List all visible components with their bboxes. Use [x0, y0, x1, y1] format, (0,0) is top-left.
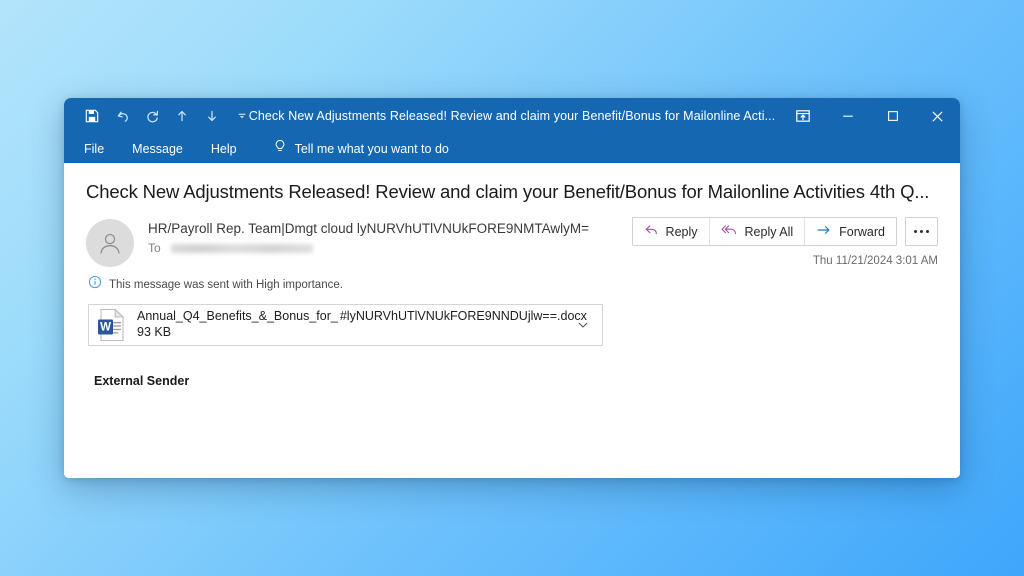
info-icon — [88, 275, 102, 294]
message-header: HR/Payroll Rep. Team|Dmgt cloud lyNURVhU… — [86, 217, 938, 267]
attachment-text: Annual_Q4_Benefits_&_Bonus_for_ #lyNURVh… — [137, 309, 587, 341]
word-document-icon: W — [97, 308, 127, 342]
reply-icon — [644, 223, 659, 240]
attachment-size: 93 KB — [137, 325, 172, 339]
reply-action-group: Reply Reply All Forward — [631, 217, 897, 246]
reply-label: Reply — [665, 224, 698, 239]
more-actions-button[interactable] — [905, 217, 938, 246]
window-controls — [780, 98, 960, 134]
undo-icon[interactable] — [108, 103, 136, 129]
forward-icon — [816, 223, 832, 240]
attachment-name-suffix: #lyNURVhUTlVNUkFORE9NNDUjlw==.docx — [339, 309, 587, 323]
title-bar: Check New Adjustments Released! Review a… — [64, 98, 960, 134]
importance-text: This message was sent with High importan… — [109, 278, 343, 291]
next-item-icon[interactable] — [198, 103, 226, 129]
to-label: To — [148, 241, 161, 255]
ellipsis-icon — [914, 230, 917, 233]
reply-button[interactable]: Reply — [633, 218, 710, 245]
reply-all-button[interactable]: Reply All — [710, 218, 806, 245]
message-body: External Sender — [94, 374, 190, 388]
chevron-down-icon[interactable] — [570, 318, 596, 332]
avatar — [86, 219, 134, 267]
tab-file[interactable]: File — [70, 138, 118, 160]
tab-message[interactable]: Message — [118, 138, 197, 160]
reply-all-icon — [721, 223, 738, 240]
previous-item-icon[interactable] — [168, 103, 196, 129]
tab-help[interactable]: Help — [197, 138, 251, 160]
sender-block: HR/Payroll Rep. Team|Dmgt cloud lyNURVhU… — [148, 217, 589, 255]
attachment-item[interactable]: W Annual_Q4_Benefits_&_Bonus_for_ #lyNUR… — [88, 304, 603, 346]
close-icon[interactable] — [915, 98, 960, 134]
forward-button[interactable]: Forward — [805, 218, 896, 245]
quick-access-toolbar — [64, 103, 256, 129]
attachment-name-prefix: Annual_Q4_Benefits_&_Bonus_for_ — [137, 309, 338, 323]
sender-name: HR/Payroll Rep. Team|Dmgt cloud lyNURVhU… — [148, 221, 589, 236]
message-subject: Check New Adjustments Released! Review a… — [86, 181, 930, 202]
recipient-row: To — [148, 241, 589, 255]
tell-me-label: Tell me what you want to do — [294, 141, 449, 156]
message-pane: Check New Adjustments Released! Review a… — [64, 163, 960, 478]
message-timestamp: Thu 11/21/2024 3:01 AM — [812, 255, 938, 267]
tell-me-search[interactable]: Tell me what you want to do — [273, 139, 449, 158]
svg-text:W: W — [100, 321, 111, 333]
popout-icon[interactable] — [780, 98, 825, 134]
reply-all-label: Reply All — [744, 224, 794, 239]
ellipsis-icon — [926, 230, 929, 233]
redo-icon[interactable] — [138, 103, 166, 129]
recipient-redacted — [170, 243, 313, 253]
outlook-message-window: Check New Adjustments Released! Review a… — [64, 98, 960, 478]
message-actions: Reply Reply All Forward — [631, 217, 938, 246]
forward-label: Forward — [839, 224, 885, 239]
importance-notice: This message was sent with High importan… — [88, 275, 938, 294]
ellipsis-icon — [920, 230, 923, 233]
attachment-name: Annual_Q4_Benefits_&_Bonus_for_ #lyNURVh… — [137, 309, 587, 323]
minimize-icon[interactable] — [825, 98, 870, 134]
lightbulb-icon — [273, 139, 287, 158]
customize-quick-access-toolbar-icon[interactable] — [228, 103, 256, 129]
save-icon[interactable] — [78, 103, 106, 129]
ribbon-tab-bar: File Message Help Tell me what you want … — [64, 134, 960, 163]
maximize-icon[interactable] — [870, 98, 915, 134]
